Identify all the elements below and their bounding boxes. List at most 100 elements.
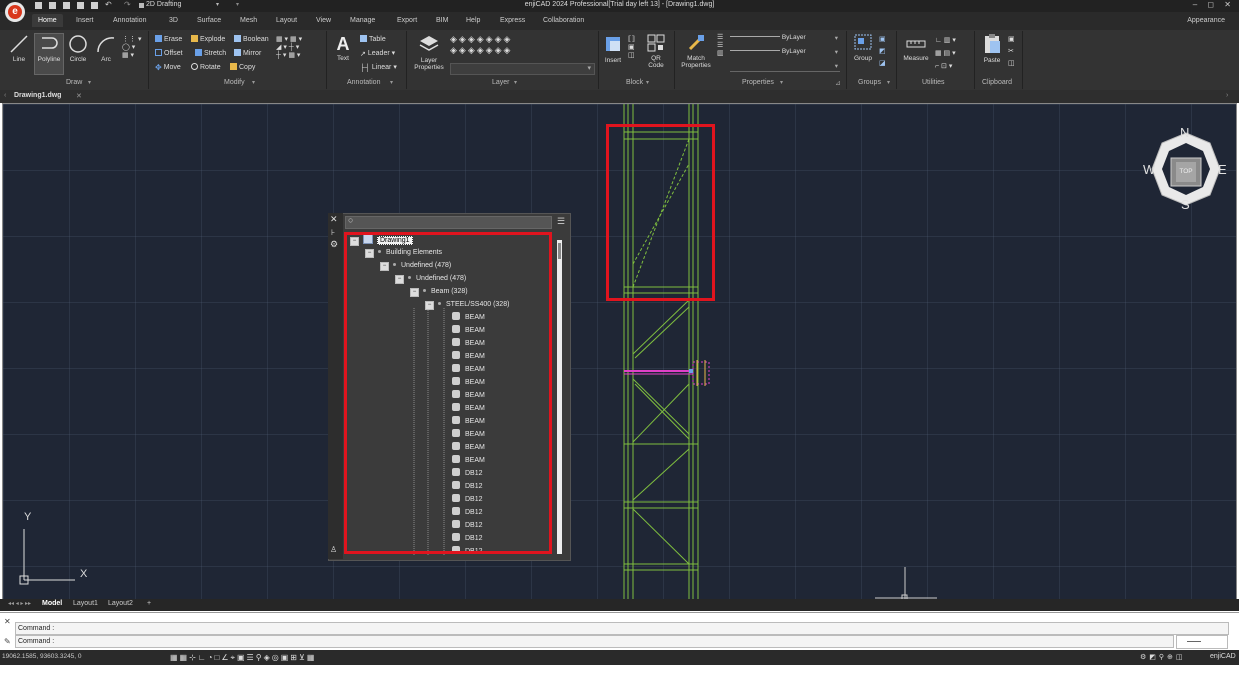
paste-button[interactable]: Paste <box>980 33 1004 64</box>
color-dropdown[interactable]: ByLayer ▾ <box>730 34 840 43</box>
group-button[interactable]: Group <box>850 33 876 62</box>
tree-root[interactable]: − Drawing1 <box>350 233 413 246</box>
properties-dialog-launcher-icon[interactable]: ⊿ <box>835 79 841 87</box>
modify-panel-caret-icon[interactable]: ▾ <box>252 79 255 86</box>
tree-node[interactable]: − Undefined (478) <box>380 259 451 272</box>
collapse-icon[interactable]: − <box>395 275 404 284</box>
tree-element-item[interactable]: BEAM <box>452 311 485 324</box>
drafting-settings-icons[interactable]: ▦▦⊹∟◔□∠⌖▣☰⚲◈◎▣⊞⊻▦ <box>170 653 316 663</box>
arc-button[interactable]: Arc <box>95 34 117 63</box>
tab-layout[interactable]: Layout <box>276 17 297 24</box>
close-icon[interactable]: ✕ <box>4 617 11 626</box>
move-button[interactable]: ✥ Move <box>155 63 181 72</box>
tab-mesh[interactable]: Mesh <box>240 17 257 24</box>
table-button[interactable]: Table <box>360 35 386 43</box>
viewcube[interactable]: N S E W TOP <box>1140 123 1232 215</box>
doc-tabs-right-arrow-icon[interactable]: › <box>1226 92 1228 99</box>
collapse-icon[interactable]: − <box>350 237 359 246</box>
tree-element-item[interactable]: BEAM <box>452 324 485 337</box>
panel-settings-icon[interactable]: ♙ <box>330 545 337 554</box>
tree-element-item[interactable]: DB12 <box>452 545 483 555</box>
offset-button[interactable]: Offset <box>155 49 183 57</box>
tab-collaboration[interactable]: Collaboration <box>543 17 584 24</box>
tree-root-label[interactable]: Drawing1 <box>377 236 413 245</box>
tab-3d[interactable]: 3D <box>169 17 178 24</box>
tree-element-item[interactable]: BEAM <box>452 389 485 402</box>
match-properties-button[interactable]: Match Properties <box>678 33 714 69</box>
compass-north[interactable]: N <box>1180 125 1189 140</box>
tab-manage[interactable]: Manage <box>350 17 375 24</box>
tree-element-item[interactable]: BEAM <box>452 350 485 363</box>
tree-element-item[interactable]: DB12 <box>452 519 483 532</box>
tree-element-item[interactable]: BEAM <box>452 402 485 415</box>
tree-element-item[interactable]: BEAM <box>452 376 485 389</box>
tab-annotation[interactable]: Annotation <box>113 17 146 24</box>
measure-button[interactable]: Measure <box>901 33 931 62</box>
app-logo[interactable]: e <box>5 2 25 22</box>
layer-dropdown[interactable]: ▾ <box>450 63 595 75</box>
close-icon[interactable]: ✕ <box>76 92 82 100</box>
tree-node[interactable]: − Building Elements <box>365 246 442 259</box>
tree-element-item[interactable]: DB12 <box>452 493 483 506</box>
add-layout-tab[interactable]: + <box>147 600 151 607</box>
erase-button[interactable]: Erase <box>155 35 182 43</box>
properties-panel-caret-icon[interactable]: ▾ <box>780 79 783 86</box>
tree-element-item[interactable]: BEAM <box>452 415 485 428</box>
stretch-button[interactable]: Stretch <box>195 49 226 57</box>
annotation-panel-caret-icon[interactable]: ▾ <box>390 79 393 86</box>
draw-extra-tools[interactable]: ⋮⋮ ▾ ◯ ▾ ▦ ▾ <box>122 35 141 59</box>
layer-tools[interactable]: ◈◈◈◈◈◈◈ ◈◈◈◈◈◈◈ <box>450 34 512 56</box>
tree-element-item[interactable]: BEAM <box>452 454 485 467</box>
text-button[interactable]: A Text <box>333 34 353 62</box>
tree-element-item[interactable]: BEAM <box>452 337 485 350</box>
tab-surface[interactable]: Surface <box>197 17 221 24</box>
tab-layout2[interactable]: Layout2 <box>108 600 133 607</box>
lineweight-dropdown[interactable]: ▾ <box>730 62 840 72</box>
compass-east[interactable]: E <box>1218 162 1227 177</box>
tree-element-item[interactable]: BEAM <box>452 363 485 376</box>
utilities-extra-tools[interactable]: ∟ ▥ ▾ ▦ ▤ ▾ ⌐ ⊡ ▾ <box>935 34 956 73</box>
tree-element-item[interactable]: DB12 <box>452 506 483 519</box>
tree-search-input[interactable]: ○ <box>345 215 552 229</box>
hamburger-menu-icon[interactable]: ☰ <box>555 216 567 227</box>
tree-element-item[interactable]: DB12 <box>452 532 483 545</box>
drawing-canvas[interactable]: Y X <box>2 103 1237 601</box>
tree-node[interactable]: − STEEL/SS400 (328) <box>425 298 509 311</box>
tree-node[interactable]: − Beam (328) <box>410 285 468 298</box>
compass-south[interactable]: S <box>1181 197 1190 212</box>
tab-layout1[interactable]: Layout1 <box>73 600 98 607</box>
linetype-dropdown[interactable]: ByLayer ▾ <box>730 48 840 57</box>
status-tray-icons[interactable]: ⚙◩⚲⊕◫ <box>1140 653 1186 661</box>
groups-panel-caret-icon[interactable]: ▾ <box>887 79 890 86</box>
modify-extra-tools[interactable]: ▦ ▾ ▦ ▾ ◢ ▾ ┼ ▾ ┼ ▾ ▦ ▾ <box>276 35 302 59</box>
viewcube-top-face[interactable]: TOP <box>1177 168 1195 175</box>
explode-button[interactable]: Explode <box>191 35 225 43</box>
block-panel-caret-icon[interactable]: ▾ <box>646 79 649 86</box>
command-input[interactable]: Command : <box>15 635 1174 648</box>
tree-element-item[interactable]: DB12 <box>452 467 483 480</box>
tab-model[interactable]: Model <box>42 600 62 607</box>
block-extra-tools[interactable]: ⟦⟧ ▣ ◫ <box>628 35 635 59</box>
tab-help[interactable]: Help <box>466 17 480 24</box>
qr-code-button[interactable]: QR Code <box>643 33 669 69</box>
tree-node[interactable]: − Undefined (478) <box>395 272 466 285</box>
group-extra-tools[interactable]: ▣ ◩ ◪ <box>879 34 886 70</box>
draw-panel-caret-icon[interactable]: ▾ <box>88 79 91 86</box>
tree-element-item[interactable]: DB12 <box>452 480 483 493</box>
collapse-icon[interactable]: − <box>410 288 419 297</box>
document-tab[interactable]: Drawing1.dwg <box>14 92 61 99</box>
tab-export[interactable]: Export <box>397 17 417 24</box>
layer-panel-caret-icon[interactable]: ▾ <box>514 79 517 86</box>
polyline-button[interactable]: Polyline <box>34 33 64 75</box>
tab-home[interactable]: Home <box>32 14 63 27</box>
compass-west[interactable]: W <box>1143 162 1155 177</box>
collapse-icon[interactable]: − <box>365 249 374 258</box>
circle-button[interactable]: Circle <box>66 34 90 63</box>
rotate-button[interactable]: Rotate <box>191 63 221 71</box>
tree-scrollbar-thumb[interactable] <box>558 243 561 259</box>
tab-insert[interactable]: Insert <box>76 17 94 24</box>
copy-button[interactable]: Copy <box>230 63 255 71</box>
mirror-button[interactable]: Mirror <box>234 49 261 57</box>
tab-bim[interactable]: BIM <box>436 17 448 24</box>
line-button[interactable]: Line <box>8 34 30 63</box>
